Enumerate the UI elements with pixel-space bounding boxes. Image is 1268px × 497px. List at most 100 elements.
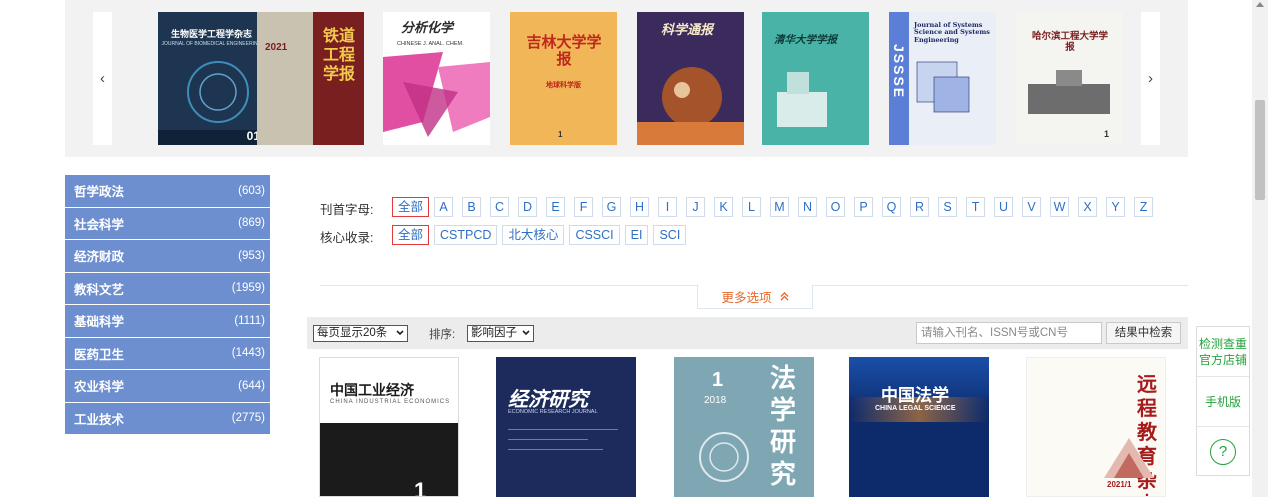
category-name: 教科文艺 [74,281,125,297]
help-button[interactable]: ? [1197,427,1249,477]
scroll-up-icon[interactable] [1256,2,1264,7]
carousel-prev-button[interactable]: ‹ [93,12,112,145]
result-cover-5[interactable]: 远程教育杂志 2021/1 [1026,357,1166,497]
per-page-value: 每页显示20条 [317,327,388,339]
core-filter-label: 核心收录: [320,231,374,245]
letter-filter-p[interactable]: P [854,197,874,217]
carousel-cover-7[interactable]: JSSSE Journal of Systems Science and Sys… [889,12,996,145]
letter-filter-a[interactable]: A [434,197,454,217]
question-icon: ? [1210,439,1236,465]
carousel-cover-4[interactable]: 吉林大学学报 地球科学版 1 [510,12,617,145]
carousel-cover-1[interactable]: 生物医学工程学杂志 JOURNAL OF BIOMEDICAL ENGINEER… [158,12,265,145]
per-page-select[interactable]: 每页显示20条 [313,325,408,342]
category-count: (644) [238,379,265,392]
letter-filter-k[interactable]: K [714,197,734,217]
result-cover-1[interactable]: 中国工业经济 CHINA INDUSTRIAL ECONOMICS 1 [319,357,459,497]
official-shop-link[interactable]: 检测查重 官方店铺 [1197,327,1249,377]
letter-filter-t[interactable]: T [966,197,986,217]
category-sidebar: 哲学政法 (603) 社会科学 (869) 经济财政 (953) 教科文艺 (1959) 基础科… [65,175,270,435]
cover-title: 分析化学 [401,21,454,36]
carousel-cover-6[interactable]: 清华大学学报 [762,12,869,145]
carousel-cover-5[interactable]: 科学通报 [637,12,744,145]
search-input[interactable]: 请输入刊名、ISSN号或CN号 [916,322,1102,344]
cover-issue: 1 [712,369,724,391]
sidebar-category-item[interactable]: 经济财政 (953) [65,240,270,273]
sidebar-category-item[interactable]: 社会科学 (869) [65,207,270,240]
letter-filter-r[interactable]: R [910,197,930,217]
letter-filter-c[interactable]: C [490,197,510,217]
result-cover-4[interactable]: 中国法学 CHINA LEGAL SCIENCE [849,357,989,497]
cover-subtitle: 2021/1 [1107,480,1132,489]
cover-title: 中国工业经济 [330,383,414,399]
letter-filter-x[interactable]: X [1078,197,1098,217]
letter-filter-y[interactable]: Y [1106,197,1126,217]
carousel-cover-8[interactable]: 哈尔滨工程大学学报 1 [1016,12,1123,145]
letter-filter-u[interactable]: U [994,197,1014,217]
carousel-cover-3[interactable]: 分析化学 CHINESE J. ANAL. CHEM. [383,12,490,145]
letter-filter-j[interactable]: J [686,197,706,217]
letter-filter-z[interactable]: Z [1134,197,1154,217]
category-name: 哲学政法 [74,184,125,200]
search-in-results-button[interactable]: 结果中检索 [1106,322,1181,344]
cover-title: 经济研究 [508,387,588,411]
letter-filter-d[interactable]: D [518,197,538,217]
mobile-version-link[interactable]: 手机版 [1197,377,1249,427]
letter-filter-g[interactable]: G [602,197,622,217]
letter-filter-q[interactable]: Q [882,197,902,217]
letter-filter-options: 全部 ABCDEFGHIJKLMNOPQRSTUVWXYZ [392,193,1182,221]
result-cover-2[interactable]: 经济研究 ECONOMIC RESEARCH JOURNAL [496,357,636,497]
category-count: (869) [238,217,265,230]
letter-filter-w[interactable]: W [1050,197,1070,217]
category-count: (1959) [231,282,265,295]
core-filter-option[interactable]: CSTPCD [434,225,498,245]
category-count: (1111) [234,314,265,327]
letter-filter-b[interactable]: B [462,197,482,217]
sidebar-category-item[interactable]: 工业技术 (2775) [65,402,270,435]
cover-issue: 1 [414,478,427,497]
letter-filter-v[interactable]: V [1022,197,1042,217]
letter-filter-m[interactable]: M [770,197,790,217]
cover-title: Journal of Systems Science and Systems E… [914,21,990,44]
carousel-next-button[interactable]: › [1141,12,1160,145]
letter-filter-o[interactable]: O [826,197,846,217]
sidebar-category-item[interactable]: 哲学政法 (603) [65,175,270,208]
category-name: 工业技术 [74,411,125,427]
sidebar-category-item[interactable]: 基础科学 (1111) [65,305,270,338]
more-options-label: 更多选项 [721,291,772,305]
cover-title: 中国法学 [881,386,949,406]
core-filter-option[interactable]: CSSCI [569,225,620,245]
core-filter-option[interactable]: 北大核心 [502,225,565,245]
core-filter-all[interactable]: 全部 [392,225,430,245]
sort-value: 影响因子 [471,327,517,339]
letter-filter-label: 刊首字母: [320,203,374,217]
sort-select[interactable]: 影响因子 [467,325,534,342]
cover-subtitle: CHINA INDUSTRIAL ECONOMICS [330,399,451,405]
letter-filter-f[interactable]: F [574,197,594,217]
letter-filter-n[interactable]: N [798,197,818,217]
cover-subtitle: 地球科学版 [546,82,581,89]
core-filter-option[interactable]: SCI [653,225,687,245]
sidebar-category-item[interactable]: 教科文艺 (1959) [65,272,270,305]
letter-filter-i[interactable]: I [658,197,678,217]
core-filter-option[interactable]: EI [624,225,649,245]
letter-filter-s[interactable]: S [938,197,958,217]
category-name: 经济财政 [74,249,125,265]
sidebar-category-item[interactable]: 农业科学 (644) [65,370,270,403]
result-cover-3[interactable]: 1 2018 法学研究 [674,357,814,497]
cover-title: 科学通报 [661,23,714,38]
carousel-cover-2[interactable]: 2021 铁道工程学报 [257,12,364,145]
more-options-button[interactable]: 更多选项 [697,285,813,309]
cover-title: 清华大学学报 [774,34,837,46]
letter-filter-all[interactable]: 全部 [392,197,430,217]
scrollbar-thumb[interactable] [1255,100,1265,200]
cover-subtitle: ECONOMIC RESEARCH JOURNAL [508,409,598,415]
cover-subtitle: CHINESE J. ANAL. CHEM. [397,41,464,47]
page-scrollbar[interactable] [1252,0,1268,497]
core-filter-row: 核心收录: 全部 CSTPCD 北大核心 CSSCI EI SCI [320,221,1190,249]
letter-filter-l[interactable]: L [742,197,762,217]
sort-label: 排序: [429,329,456,341]
letter-filter-h[interactable]: H [630,197,650,217]
sidebar-category-item[interactable]: 医药卫生 (1443) [65,337,270,370]
letter-filter-e[interactable]: E [546,197,566,217]
cover-subtitle: 2018 [704,395,727,406]
